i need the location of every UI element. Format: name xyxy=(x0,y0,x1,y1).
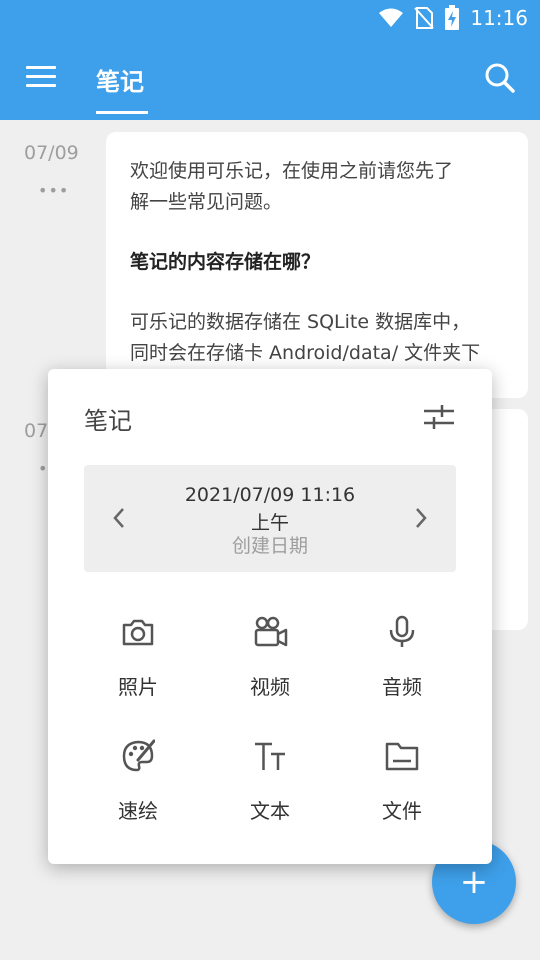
status-time: 11:16 xyxy=(470,6,528,30)
file-button[interactable]: 文件 xyxy=(342,739,462,849)
hamburger-icon xyxy=(26,66,56,69)
date-picker: 2021/07/09 11:16 上午 创建日期 xyxy=(84,465,456,572)
audio-label: 音频 xyxy=(382,675,422,699)
note-date: 07/09 xyxy=(24,142,79,164)
wifi-icon xyxy=(379,8,404,27)
new-note-popup: 笔记 2021/07/09 11:16 上午 创建日期 照片 视频 音频 速绘 … xyxy=(48,369,492,864)
note-text: 可乐记的数据存储在 SQLite 数据库中， xyxy=(130,311,471,333)
chevron-right-icon[interactable] xyxy=(410,503,432,533)
more-options-icon[interactable]: ••• xyxy=(38,183,69,199)
video-label: 视频 xyxy=(250,675,290,699)
microphone-icon xyxy=(389,615,415,647)
status-icons: 11:16 xyxy=(378,4,528,32)
photo-label: 照片 xyxy=(118,675,158,699)
hamburger-icon-bar xyxy=(26,75,56,78)
note-text: 同时会在存储卡 Android/data/ 文件夹下 xyxy=(130,342,481,364)
note-text: 解一些常见问题。 xyxy=(130,191,283,213)
note-card[interactable]: 欢迎使用可乐记，在使用之前请您先了 解一些常见问题。 笔记的内容存储在哪？ 可乐… xyxy=(106,132,528,398)
palette-icon xyxy=(122,739,155,772)
note-heading: 笔记的内容存储在哪？ xyxy=(130,251,321,273)
search-icon[interactable] xyxy=(484,62,516,94)
app-bar: 笔记 xyxy=(0,36,540,120)
status-bar: 11:16 xyxy=(0,0,540,36)
file-label: 文件 xyxy=(382,799,422,823)
sliders-icon[interactable] xyxy=(422,403,456,431)
camera-icon xyxy=(122,619,154,646)
note-text: 欢迎使用可乐记，在使用之前请您先了 xyxy=(130,160,454,182)
text-icon xyxy=(255,742,285,770)
more-options-icon[interactable]: • xyxy=(38,461,48,477)
text-button[interactable]: 文本 xyxy=(210,739,330,849)
date-time-value[interactable]: 2021/07/09 11:16 xyxy=(84,484,456,506)
text-label: 文本 xyxy=(250,799,290,823)
video-button[interactable]: 视频 xyxy=(210,615,330,725)
video-camera-icon xyxy=(254,616,288,647)
hamburger-icon-bar xyxy=(26,84,56,87)
tab-indicator xyxy=(96,111,148,114)
tab-notes[interactable]: 笔记 xyxy=(96,62,144,97)
sketch-label: 速绘 xyxy=(118,799,158,823)
no-sim-icon xyxy=(414,7,435,29)
sketch-button[interactable]: 速绘 xyxy=(78,739,198,849)
audio-button[interactable]: 音频 xyxy=(342,615,462,725)
folder-icon xyxy=(385,742,419,771)
popup-title: 笔记 xyxy=(84,407,132,435)
photo-button[interactable]: 照片 xyxy=(78,615,198,725)
menu-button[interactable] xyxy=(26,66,58,90)
date-caption: 创建日期 xyxy=(231,535,308,557)
battery-charging-icon xyxy=(445,5,460,30)
